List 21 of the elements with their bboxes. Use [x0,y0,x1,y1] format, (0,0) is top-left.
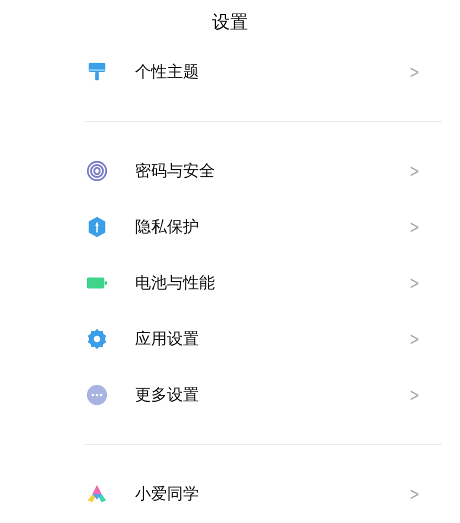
chevron-icon: > [409,160,420,182]
settings-item[interactable]: 密码与安全 [135,160,407,182]
settings-item[interactable]: 更多设置 [135,384,407,406]
settings-item[interactable]: 应用设置 [135,328,407,350]
chevron-icon: > [409,216,420,238]
chevron-icon: > [409,62,420,82]
chevron-icon: > [409,328,420,350]
shield-icon [86,216,108,238]
chevron-icon: > [409,384,420,406]
fingerprint-icon [86,160,108,182]
settings-item[interactable]: 隐私保护 [135,216,407,238]
assistant-logo-icon [86,483,108,505]
more-icon [86,384,108,406]
paint-brush-icon [86,61,108,83]
gear-icon [86,328,108,350]
page-title: 设置 [212,11,248,34]
settings-item[interactable]: 个性主题 [135,62,407,82]
chevron-icon: > [409,484,420,504]
settings-item[interactable]: 小爱同学 [135,484,407,504]
chevron-icon: > [409,272,420,294]
settings-item[interactable]: 电池与性能 [135,272,407,294]
